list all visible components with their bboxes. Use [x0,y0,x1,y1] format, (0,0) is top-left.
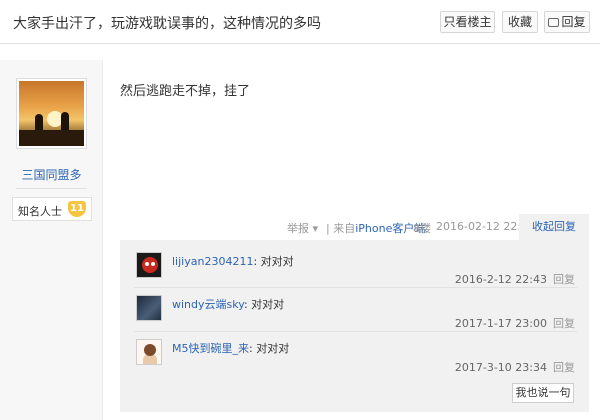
comment-list: lijiyan2304211: 对对对 2016-2-12 22:43 回复 wi… [120,240,589,412]
avatar-image [19,81,84,146]
comment-text: lijiyan2304211: 对对对 [172,253,294,269]
commenter-name[interactable]: lijiyan2304211 [172,255,253,268]
comment-reply-link[interactable]: 回复 [553,317,575,330]
commenter-avatar[interactable] [136,295,162,321]
comment-meta: 2017-1-17 23:00 回复 [455,315,575,331]
commenter-avatar[interactable] [136,252,162,278]
author-username[interactable]: 三国同盟多 [0,166,103,183]
post-source: | 来自iPhone客户端 [326,220,425,236]
comment-time: 2016-2-12 22:43 [454,273,547,286]
comment-meta: 2017-3-10 23:34 回复 [455,359,575,375]
thread-header: 大家手出汗了，玩游戏耽误事的，这种情况的多吗 只看楼主 收藏 回复 [0,0,600,44]
comment-divider [134,331,577,332]
commenter-name[interactable]: M5快到碗里_来 [172,342,249,355]
source-prefix: | 来自 [326,222,356,235]
comment-body: : 对对对 [249,342,290,355]
commenter-avatar[interactable] [136,339,162,365]
comment-text: M5快到碗里_来: 对对对 [172,340,289,356]
thread-title: 大家手出汗了，玩游戏耽误事的，这种情况的多吗 [13,16,321,32]
floor-number: 8楼 [413,222,431,235]
reply-button-label: 回复 [561,15,586,29]
collapse-replies-button[interactable]: 收起回复 [519,214,589,240]
comment-time: 2017-1-17 23:00 [454,317,547,330]
comment-text: windy云端sky: 对对对 [172,296,284,312]
reply-icon [548,18,560,27]
divider [16,188,87,189]
author-avatar[interactable] [16,78,87,149]
only-op-button[interactable]: 只看楼主 [440,11,495,33]
comment-body: : 对对对 [243,298,285,311]
author-sidebar: 三国同盟多 知名人士 11 [0,60,103,420]
comment-divider [134,287,577,288]
comment-reply-link[interactable]: 回复 [553,273,575,286]
comment-reply-link[interactable]: 回复 [553,361,575,374]
favorite-button[interactable]: 收藏 [502,11,538,33]
add-comment-button[interactable]: 我也说一句 [512,383,574,403]
comment-meta: 2016-2-12 22:43 回复 [455,271,575,287]
commenter-name[interactable]: windy云端sky [172,298,244,311]
level-badge-icon: 11 [68,201,86,217]
post-content: 然后逃跑走不掉，挂了 [120,84,251,99]
reply-button[interactable]: 回复 [544,11,590,33]
rank-label: 知名人士 [18,205,62,218]
rank-badge-box[interactable]: 知名人士 11 [12,197,92,221]
report-button[interactable]: 举报 ▾ [287,220,318,236]
comment-body: : 对对对 [253,255,294,268]
comment-time: 2017-3-10 23:34 [454,361,547,374]
